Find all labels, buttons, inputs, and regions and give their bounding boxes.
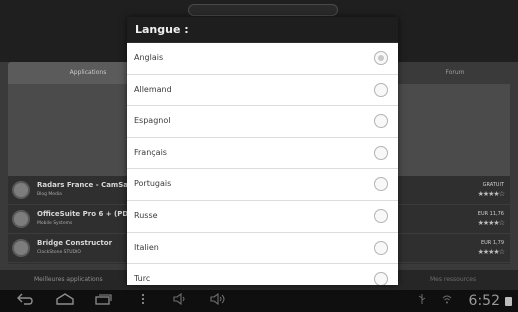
app-icon	[12, 210, 30, 228]
tab-forum[interactable]: Forum	[400, 62, 510, 84]
language-dialog: Langue : Anglais Allemand Espagnol Franç…	[127, 17, 398, 285]
language-options: Anglais Allemand Espagnol Français Portu…	[127, 43, 398, 285]
language-option-portugais[interactable]: Portugais	[127, 169, 398, 201]
app-price: EUR 1,79	[480, 240, 504, 246]
option-label: Russe	[134, 211, 158, 220]
app-name: Radars France - CamSam	[37, 181, 127, 189]
radio-button[interactable]	[374, 82, 388, 97]
volume-down-icon[interactable]	[170, 292, 190, 309]
option-label: Espagnol	[134, 116, 171, 126]
radio-button[interactable]	[374, 145, 388, 160]
volume-up-icon[interactable]	[208, 292, 228, 309]
star-rating: ★★★★☆	[477, 190, 505, 198]
app-developer: Mobile Systems	[37, 221, 73, 226]
back-icon[interactable]	[14, 293, 36, 309]
radio-selected-dot	[378, 55, 384, 61]
radio-button[interactable]	[374, 114, 388, 129]
my-resources-link[interactable]: Mes ressources	[430, 276, 476, 283]
system-nav-bar: 6:52	[0, 290, 518, 312]
option-label: Portugais	[134, 179, 172, 189]
app-developer: ClockStone STUDIO	[37, 250, 81, 255]
clock: 6:52	[468, 293, 500, 309]
language-option-espagnol[interactable]: Espagnol	[127, 106, 398, 138]
option-label: Français	[134, 147, 167, 157]
top-apps-link[interactable]: Meilleures applications	[34, 276, 103, 283]
option-label: Anglais	[134, 53, 164, 62]
language-option-anglais[interactable]: Anglais	[127, 43, 398, 75]
language-option-allemand[interactable]: Allemand	[127, 74, 398, 107]
language-option-russe[interactable]: Russe	[127, 201, 398, 233]
recents-icon[interactable]	[92, 293, 114, 309]
app-icon	[12, 181, 30, 199]
radio-button[interactable]	[374, 209, 388, 223]
radio-button[interactable]	[374, 51, 388, 65]
app-developer: Blog Media	[37, 192, 62, 197]
language-option-italien[interactable]: Italien	[127, 232, 398, 265]
menu-icon[interactable]	[138, 293, 148, 309]
dialog-header: Langue :	[127, 17, 398, 43]
battery-icon	[505, 297, 512, 306]
option-label: Italien	[134, 242, 159, 252]
radio-button[interactable]	[374, 177, 388, 192]
app-price: EUR 11,76	[477, 211, 504, 217]
app-name: Bridge Constructor	[37, 239, 113, 247]
option-label: Allemand	[134, 84, 172, 94]
radio-button[interactable]	[374, 240, 388, 255]
wifi-icon	[440, 293, 454, 309]
star-rating: ★★★★☆	[477, 248, 505, 256]
language-option-francais[interactable]: Français	[127, 137, 398, 170]
app-name: OfficeSuite Pro 6 + (PDF &	[37, 210, 127, 218]
language-option-turc[interactable]: Turc	[127, 264, 398, 285]
dialog-title: Langue :	[135, 23, 189, 36]
app-icon	[12, 239, 30, 257]
top-tab	[188, 4, 338, 16]
star-rating: ★★★★☆	[477, 219, 505, 227]
app-price: GRATUIT	[482, 182, 504, 188]
home-icon[interactable]	[54, 293, 76, 309]
usb-icon	[416, 293, 428, 309]
radio-button[interactable]	[374, 272, 388, 285]
option-label: Turc	[134, 274, 151, 284]
